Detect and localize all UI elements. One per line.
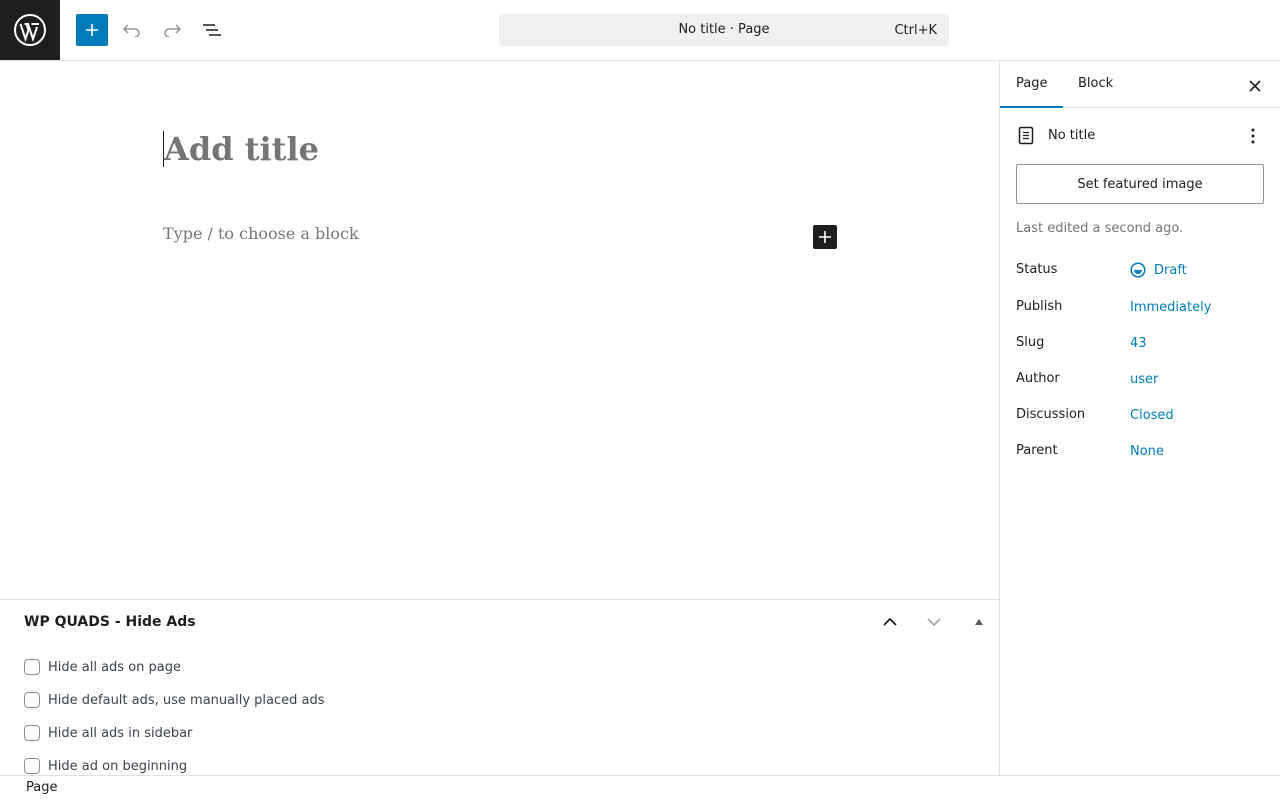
last-edited-text: Last edited a second ago. (1016, 221, 1184, 236)
set-featured-image-button[interactable]: Set featured image (1016, 164, 1264, 204)
checkbox[interactable] (24, 659, 40, 675)
list-view-icon (203, 24, 221, 36)
checkbox[interactable] (24, 758, 40, 774)
wordpress-logo-icon[interactable] (0, 0, 60, 60)
option-label: Hide all ads in sidebar (48, 725, 193, 741)
option-hide-beginning-ad[interactable]: Hide ad on beginning (24, 758, 187, 774)
close-settings-button[interactable] (1243, 74, 1267, 98)
add-block-button[interactable] (76, 14, 108, 46)
plus-icon (86, 24, 98, 36)
document-title-label: No title · Page (678, 22, 770, 37)
post-title-input[interactable]: Add title (163, 131, 319, 167)
document-overview-button[interactable] (196, 14, 228, 46)
chevron-down-icon (927, 618, 941, 627)
property-value[interactable]: user (1130, 372, 1158, 387)
status-toggle[interactable]: Draft (1130, 262, 1187, 278)
property-label: Author (1016, 371, 1060, 386)
option-hide-all-ads[interactable]: Hide all ads on page (24, 659, 181, 675)
undo-icon (122, 24, 140, 37)
document-summary: No title (1016, 124, 1265, 148)
command-palette-bar[interactable]: No title · Page Ctrl+K (499, 14, 949, 46)
close-icon (1249, 80, 1261, 92)
editor-header: No title · Page Ctrl+K (0, 0, 1280, 61)
document-title: No title (1048, 128, 1096, 143)
property-label: Discussion (1016, 407, 1086, 422)
property-label: Publish (1016, 299, 1063, 314)
breadcrumb-item[interactable]: Page (26, 780, 57, 795)
option-label: Hide all ads on page (48, 659, 182, 675)
caret-up-icon (975, 619, 983, 625)
property-label: Status (1016, 262, 1058, 277)
document-actions-button[interactable] (1241, 124, 1265, 148)
more-vertical-icon (1251, 128, 1255, 144)
keyboard-shortcut-hint: Ctrl+K (894, 23, 937, 38)
property-value[interactable]: None (1130, 444, 1164, 459)
option-hide-default-ads[interactable]: Hide default ads, use manually placed ad… (24, 692, 325, 708)
property-label: Parent (1016, 443, 1058, 458)
plus-icon (819, 231, 831, 243)
property-value: Draft (1154, 262, 1187, 278)
property-value[interactable]: 43 (1130, 336, 1147, 351)
tab-block[interactable]: Block (1062, 61, 1129, 108)
block-appender-placeholder[interactable]: Type / to choose a block (163, 224, 359, 243)
wp-quads-metabox: WP QUADS - Hide Ads Hide all ads on page… (0, 599, 999, 775)
settings-sidebar: Page Block No title Set featured image L… (999, 61, 1280, 775)
property-label: Slug (1016, 335, 1045, 350)
checkbox[interactable] (24, 692, 40, 708)
editor-canvas: Add title Type / to choose a block (0, 61, 999, 599)
page-icon (1018, 126, 1034, 145)
undo-button[interactable] (116, 14, 148, 46)
toggle-panel-button[interactable] (967, 610, 991, 634)
redo-icon (164, 24, 182, 37)
option-label: Hide default ads, use manually placed ad… (48, 692, 325, 708)
chevron-up-icon (883, 617, 897, 626)
option-label: Hide ad on beginning (48, 758, 188, 774)
property-value[interactable]: Closed (1130, 408, 1174, 423)
property-value[interactable]: Immediately (1130, 300, 1211, 315)
sidebar-tabs: Page Block (1000, 61, 1280, 108)
move-down-button[interactable] (922, 610, 946, 634)
tab-page[interactable]: Page (1000, 61, 1064, 108)
draft-status-icon (1130, 262, 1146, 278)
move-up-button[interactable] (878, 610, 902, 634)
block-breadcrumb-bar: Page (0, 775, 1280, 800)
option-hide-sidebar-ads[interactable]: Hide all ads in sidebar (24, 725, 192, 741)
metabox-title: WP QUADS - Hide Ads (24, 614, 196, 630)
inline-add-block-button[interactable] (813, 225, 837, 249)
redo-button[interactable] (156, 14, 188, 46)
checkbox[interactable] (24, 725, 40, 741)
